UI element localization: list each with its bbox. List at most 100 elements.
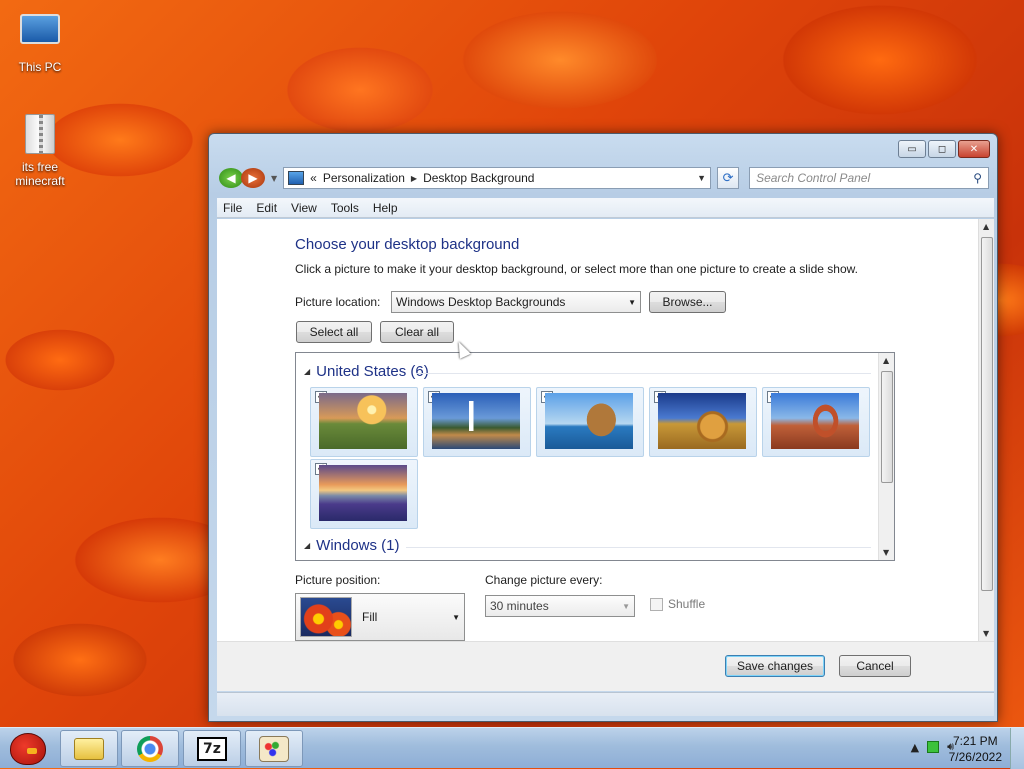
clock-time: 7:21 PM <box>952 734 998 748</box>
shuffle-label: Shuffle <box>668 597 706 611</box>
sea-arch-image <box>545 393 633 449</box>
address-dropdown-icon[interactable]: ▼ <box>697 173 706 183</box>
menu-help[interactable]: Help <box>373 201 398 215</box>
desktop-icon-label: This PC <box>18 60 62 74</box>
wallpaper-thumbnail-sea-arch[interactable]: ✓ <box>536 387 644 457</box>
picture-position-value: Fill <box>362 610 378 624</box>
change-picture-interval-dropdown[interactable]: 30 minutes ▼ <box>485 595 635 617</box>
menu-view[interactable]: View <box>291 201 317 215</box>
group-name: United States (6) <box>316 363 429 380</box>
search-input[interactable]: Search Control Panel ⚲ <box>749 167 990 189</box>
browse-button[interactable]: Browse... <box>649 291 726 313</box>
cancel-button[interactable]: Cancel <box>839 655 911 677</box>
group-divider <box>406 547 871 548</box>
computer-icon <box>18 14 62 58</box>
shuffle-checkbox-box[interactable] <box>650 597 663 611</box>
breadcrumb-desktop-background[interactable]: Desktop Background <box>423 171 534 185</box>
gallery-scroll-thumb[interactable] <box>881 371 893 483</box>
flower-lake-image <box>319 465 407 521</box>
start-button[interactable] <box>3 728 53 769</box>
search-placeholder: Search Control Panel <box>756 171 871 185</box>
taskbar-chrome[interactable] <box>121 730 179 767</box>
scroll-down-arrow-icon[interactable]: ▼ <box>983 629 989 638</box>
show-desktop-button[interactable] <box>1010 728 1024 769</box>
chrome-icon <box>137 735 163 762</box>
content-scroll-thumb[interactable] <box>981 237 993 591</box>
status-bar <box>217 692 994 716</box>
control-panel-icon <box>288 171 305 185</box>
collapse-triangle-icon[interactable]: ◢ <box>304 541 310 550</box>
minimize-button[interactable]: ▭ <box>898 140 926 158</box>
refresh-button[interactable]: ⟳ <box>717 167 740 189</box>
gallery-scrollbar[interactable]: ▲ ▼ <box>878 353 894 560</box>
content-scrollbar[interactable]: ▲ ▼ <box>978 219 994 641</box>
breadcrumb-separator-icon[interactable]: ▶ <box>411 174 417 183</box>
wallpaper-thumbnail-lighthouse[interactable]: ✓ <box>423 387 531 457</box>
menu-edit[interactable]: Edit <box>256 201 277 215</box>
caption-buttons: ▭ ◻ ✕ <box>898 140 990 158</box>
group-divider <box>416 373 871 374</box>
personalization-window: ▭ ◻ ✕ ◀ ▶ ▼ « Personalization ▶ Desktop … <box>208 133 998 722</box>
folder-icon <box>74 737 104 760</box>
breadcrumb-personalization[interactable]: Personalization <box>323 171 405 185</box>
content-pane: Choose your desktop background Click a p… <box>217 219 994 641</box>
change-picture-interval-value: 30 minutes <box>490 599 549 613</box>
taskbar-paint[interactable] <box>245 730 303 767</box>
address-bar[interactable]: « Personalization ▶ Desktop Background ▼ <box>283 167 712 189</box>
dropdown-arrow-icon: ▼ <box>452 612 460 622</box>
sunset-meadow-image <box>319 393 407 449</box>
dropdown-arrow-icon: ▼ <box>622 601 630 611</box>
menu-tools[interactable]: Tools <box>331 201 359 215</box>
taskbar: 7z ▲ 🔊︎ 7:21 PM 7/26/2022 <box>0 727 1024 769</box>
address-overflow[interactable]: « <box>310 171 317 185</box>
paint-icon <box>259 735 289 762</box>
page-title: Choose your desktop background <box>295 236 520 253</box>
7zip-icon: 7z <box>197 736 227 761</box>
taskbar-file-explorer[interactable] <box>60 730 118 767</box>
picture-gallery: ◢ United States (6) ✓ ✓ ✓ ✓ ✓ <box>295 352 895 561</box>
picture-position-dropdown[interactable]: Fill ▼ <box>295 593 465 641</box>
angry-bird-start-icon <box>10 732 46 765</box>
scroll-up-arrow-icon[interactable]: ▲ <box>983 222 989 231</box>
shuffle-checkbox[interactable]: Shuffle <box>650 597 705 611</box>
back-button[interactable]: ◀ <box>219 168 243 188</box>
navigation-bar: ◀ ▶ ▼ « Personalization ▶ Desktop Backgr… <box>219 166 990 190</box>
desktop-icon-this-pc[interactable]: This PC <box>4 8 76 74</box>
group-header-windows[interactable]: ◢ Windows (1) <box>304 537 400 554</box>
scroll-down-arrow-icon[interactable]: ▼ <box>883 548 889 557</box>
taskbar-7zip[interactable]: 7z <box>183 730 241 767</box>
wallpaper-thumbnail-sunset-meadow[interactable]: ✓ <box>310 387 418 457</box>
lighthouse-image <box>432 393 520 449</box>
search-icon[interactable]: ⚲ <box>973 171 982 185</box>
forward-button[interactable]: ▶ <box>241 168 265 188</box>
zip-archive-icon <box>18 114 62 158</box>
save-changes-button[interactable]: Save changes <box>725 655 825 677</box>
desktop-icon-label: its free minecraft <box>15 160 65 188</box>
close-button[interactable]: ✕ <box>958 140 990 158</box>
scroll-up-arrow-icon[interactable]: ▲ <box>883 356 889 365</box>
menu-bar: File Edit View Tools Help <box>217 198 994 218</box>
select-all-button[interactable]: Select all <box>296 321 372 343</box>
change-picture-every-label: Change picture every: <box>485 573 603 587</box>
collapse-triangle-icon[interactable]: ◢ <box>304 367 310 376</box>
position-preview-image <box>300 597 352 637</box>
maximize-button[interactable]: ◻ <box>928 140 956 158</box>
page-subtitle: Click a picture to make it your desktop … <box>295 262 858 276</box>
show-hidden-icons-icon[interactable]: ▲ <box>911 741 919 754</box>
network-icon[interactable] <box>927 741 940 753</box>
group-name: Windows (1) <box>316 537 400 554</box>
picture-position-label: Picture position: <box>295 573 381 587</box>
menu-file[interactable]: File <box>223 201 242 215</box>
recent-pages-chevron-icon[interactable]: ▼ <box>271 174 277 183</box>
picture-location-dropdown[interactable]: Windows Desktop Backgrounds ▼ <box>391 291 641 313</box>
desktop-icon-minecraft[interactable]: its free minecraft <box>4 114 76 188</box>
picture-location-value: Windows Desktop Backgrounds <box>396 295 566 309</box>
dropdown-arrow-icon: ▼ <box>628 297 636 307</box>
clock[interactable]: 7:21 PM 7/26/2022 <box>949 733 1002 765</box>
wallpaper-thumbnail-flower-lake[interactable]: ✓ <box>310 459 418 529</box>
clear-all-button[interactable]: Clear all <box>380 321 454 343</box>
group-header-united-states[interactable]: ◢ United States (6) <box>304 363 429 380</box>
wallpaper-thumbnail-delicate-arch[interactable]: ✓ <box>762 387 870 457</box>
wallpaper-thumbnail-hay-bale[interactable]: ✓ <box>649 387 757 457</box>
dialog-footer: Save changes Cancel <box>217 641 994 691</box>
